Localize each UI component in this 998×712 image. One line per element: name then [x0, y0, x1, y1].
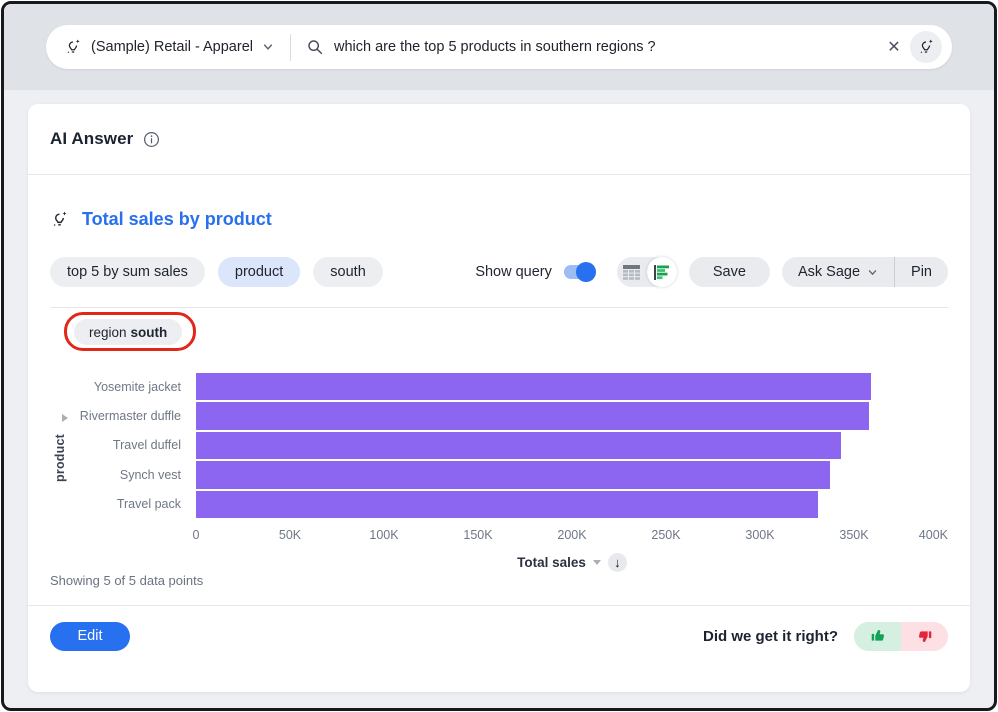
answer-toolbar: top 5 by sum sales product south Show quer… [50, 257, 948, 287]
bar-area [196, 402, 948, 429]
bar-chart-icon [654, 265, 670, 280]
chevron-down-icon [262, 41, 274, 53]
view-switcher [617, 257, 677, 287]
feedback-question: Did we get it right? [703, 628, 838, 645]
filter-chip-value: south [131, 325, 168, 340]
bar-rows: Yosemite jacket Rivermaster duffle Travel … [50, 372, 948, 519]
sage-icon [64, 38, 82, 56]
search-input[interactable] [334, 39, 878, 55]
query-token-chip[interactable]: south [313, 257, 382, 287]
query-token-chip[interactable]: top 5 by sum sales [50, 257, 205, 287]
bar-area [196, 461, 948, 488]
x-tick-label: 300K [745, 528, 774, 542]
filter-chip-prefix: region [89, 325, 127, 340]
bar-row: Travel pack [50, 490, 948, 519]
x-axis-title-row: Total sales ↓ [196, 553, 948, 572]
save-button[interactable]: Save [689, 257, 770, 287]
edit-button[interactable]: Edit [50, 622, 130, 651]
query-section [291, 38, 878, 56]
sage-pin-group: Ask Sage Pin [782, 257, 948, 287]
answer-title[interactable]: Total sales by product [82, 209, 272, 230]
query-token-chip[interactable]: product [218, 257, 300, 287]
bar-row: Synch vest [50, 460, 948, 489]
showing-data-points: Showing 5 of 5 data points [50, 573, 203, 588]
x-axis-title[interactable]: Total sales [517, 555, 586, 570]
chevron-down-icon [867, 267, 878, 278]
bar[interactable] [196, 491, 818, 518]
y-axis-label[interactable]: Rivermaster duffle [50, 409, 196, 423]
show-query-label: Show query [475, 264, 552, 280]
axis-expand-icon[interactable] [62, 414, 68, 422]
y-axis-label[interactable]: Travel duffel [50, 438, 196, 452]
sort-descending-icon[interactable]: ↓ [608, 553, 627, 572]
bar[interactable] [196, 402, 869, 429]
ai-answer-title: AI Answer [50, 129, 133, 149]
card-header: AI Answer [28, 104, 970, 175]
x-axis: 0 50K 100K 150K 200K 250K 300K 350K 400K [196, 519, 948, 545]
datasource-selector[interactable]: (Sample) Retail - Apparel [64, 38, 290, 56]
bar-area [196, 373, 948, 400]
search-bar: (Sample) Retail - Apparel ✕ [46, 25, 952, 69]
ai-answer-card: AI Answer Total sales by product [28, 104, 970, 692]
query-token-chips: top 5 by sum sales product south [50, 257, 383, 287]
bar-chart: product Yosemite jacket Rivermaster duffl… [50, 372, 948, 545]
x-tick-label: 50K [279, 528, 301, 542]
bar-row: Travel duffel [50, 431, 948, 460]
chart-footer: Total sales ↓ Showing 5 of 5 data points [50, 545, 948, 591]
y-axis-title: product [53, 435, 67, 483]
x-tick-label: 100K [369, 528, 398, 542]
chart-section: region south product Yosemite jacket Rive… [50, 307, 948, 591]
x-tick-label: 400K [919, 528, 948, 542]
table-view-button[interactable] [617, 257, 647, 287]
info-icon[interactable] [143, 131, 160, 148]
thumbs-down-icon [916, 627, 934, 645]
show-query-toggle[interactable] [564, 265, 594, 279]
sage-icon [50, 210, 69, 229]
sage-submit-button[interactable] [910, 31, 942, 63]
thumbs-down-button[interactable] [901, 622, 948, 651]
bar-row: Yosemite jacket [50, 372, 948, 401]
bar[interactable] [196, 461, 830, 488]
y-axis-label[interactable]: Synch vest [50, 468, 196, 482]
bar-area [196, 432, 948, 459]
region-filter-chip[interactable]: region south [74, 319, 182, 345]
thumbs-up-icon [869, 627, 887, 645]
x-tick-label: 200K [557, 528, 586, 542]
x-tick-label: 250K [651, 528, 680, 542]
y-axis-label[interactable]: Travel pack [50, 497, 196, 511]
x-tick-label: 350K [839, 528, 868, 542]
answer-title-row: Total sales by product [50, 209, 948, 230]
pin-button[interactable]: Pin [895, 257, 948, 287]
top-bar: (Sample) Retail - Apparel ✕ [4, 4, 994, 90]
chart-view-button[interactable] [647, 257, 677, 287]
bar-area [196, 491, 948, 518]
y-axis-label[interactable]: Yosemite jacket [50, 380, 196, 394]
table-icon [623, 265, 640, 280]
x-tick-label: 0 [193, 528, 200, 542]
bar-row: Rivermaster duffle [50, 401, 948, 430]
search-icon [306, 38, 324, 56]
clear-search-button[interactable]: ✕ [878, 31, 910, 63]
card-footer: Edit Did we get it right? [28, 605, 970, 667]
bar[interactable] [196, 432, 841, 459]
bar[interactable] [196, 373, 871, 400]
axis-menu-icon[interactable] [593, 560, 601, 565]
feedback-buttons [854, 622, 948, 651]
x-tick-label: 150K [463, 528, 492, 542]
datasource-label: (Sample) Retail - Apparel [91, 39, 253, 55]
ask-sage-button[interactable]: Ask Sage [782, 257, 894, 287]
app-window: (Sample) Retail - Apparel ✕ [1, 1, 997, 711]
thumbs-up-button[interactable] [854, 622, 901, 651]
